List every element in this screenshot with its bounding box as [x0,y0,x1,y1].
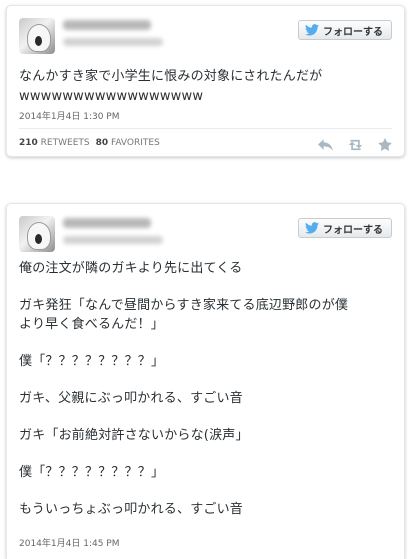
tweet-card-2: フォローする 俺の注文が隣のガキより先に出てくる ガキ発狂「なんで昼間からすき家… [6,203,405,559]
author-name-redacted [63,218,151,228]
twitter-bird-icon [305,24,319,36]
retweets-stat[interactable]: 210 RETWEETS [19,138,90,148]
follow-label: フォローする [323,26,383,38]
follow-label: フォローする [323,224,383,236]
tweet-card-1: フォローする なんかすき家で小学生に恨みの対象にされたんだが wwwwwwwww… [6,5,405,157]
favorites-stat[interactable]: 80 FAVORITES [96,138,160,148]
divider [19,128,392,129]
avatar[interactable] [19,216,55,252]
tweet-actions [318,136,392,155]
favorites-label: FAVORITES [111,138,160,148]
tweet-stats: 210 RETWEETS 80 FAVORITES [19,138,160,148]
retweets-count: 210 [19,138,38,148]
author-handle-redacted [63,38,163,46]
star-icon[interactable] [378,136,392,155]
tweet-text: 俺の注文が隣のガキより先に出てくる ガキ発狂「なんで昼間からすき家来てる底辺野郎… [19,261,349,517]
twitter-bird-icon [305,222,319,234]
retweets-label: RETWEETS [40,138,90,148]
follow-button[interactable]: フォローする [298,218,392,238]
retweet-icon[interactable] [347,136,364,155]
author-name-redacted [63,20,151,30]
author-handle-redacted [63,236,163,244]
avatar[interactable] [19,18,55,54]
tweet-timestamp[interactable]: 2014年1月4日 1:30 PM [19,109,119,122]
favorites-count: 80 [95,138,109,148]
reply-icon[interactable] [318,136,333,155]
tweet-text: なんかすき家で小学生に恨みの対象にされたんだが wwwwwwwwwwwwwwww… [19,69,323,104]
tweet-timestamp[interactable]: 2014年1月4日 1:45 PM [19,536,119,549]
follow-button[interactable]: フォローする [298,20,392,40]
